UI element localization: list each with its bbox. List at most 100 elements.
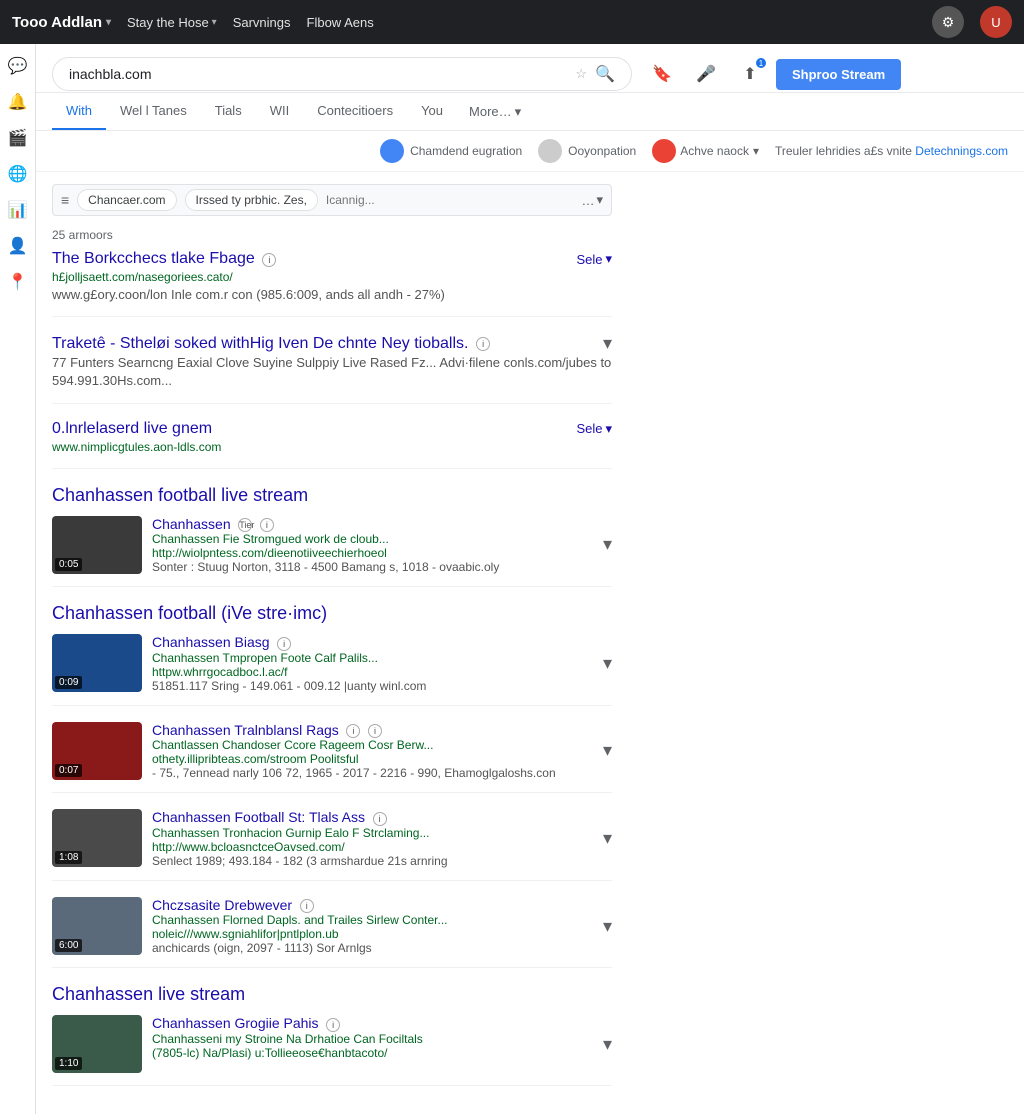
video-2-1-expand-icon[interactable]: ▾ bbox=[603, 653, 612, 674]
channel-3-caret-icon: ▾ bbox=[753, 144, 759, 158]
section-1-heading: Chanhassen football live stream bbox=[52, 485, 612, 506]
video-2-4-info-icon[interactable]: i bbox=[300, 899, 314, 913]
sidebar-icon-bell[interactable]: 🔔 bbox=[4, 88, 32, 116]
channel-1[interactable]: Chamdend eugration bbox=[380, 139, 522, 163]
channel-bar: Chamdend eugration Ooyonpation Achve nao… bbox=[36, 131, 1024, 172]
video-2-3-info-icon[interactable]: i bbox=[373, 812, 387, 826]
sidebar-icon-chart[interactable]: 📊 bbox=[4, 196, 32, 224]
video-result-3-1: 1:10 Chanhassen Grogiie Pahis i Chanhass… bbox=[52, 1015, 612, 1086]
tab-wii[interactable]: WII bbox=[256, 93, 304, 130]
result-2-title-row: Traketê - Stheløi soked withHig Iven De … bbox=[52, 333, 612, 354]
filter-tag-1[interactable]: Chancaer.com bbox=[77, 189, 176, 211]
settings-icon[interactable]: ⚙ bbox=[932, 6, 964, 38]
search-icon[interactable]: 🔍 bbox=[595, 64, 615, 84]
tab-contecitioers[interactable]: Contecitioers bbox=[303, 93, 407, 130]
sidebar-icon-user[interactable]: 👤 bbox=[4, 232, 32, 260]
video-1-1-thumb: 0:05 bbox=[52, 516, 142, 574]
video-1-1-title[interactable]: Chanhassen bbox=[152, 516, 231, 532]
result-item-1: The Borkcchecs tlake Fbage i Sele ▾ h£jo… bbox=[52, 250, 612, 317]
bookmark-button[interactable]: 🔖 bbox=[644, 56, 680, 92]
video-2-4-meta: Chczsasite Drebwever i Chanhassen Florne… bbox=[152, 897, 593, 956]
result-2-link[interactable]: Traketê - Stheløi soked withHig Iven De … bbox=[52, 335, 468, 352]
result-1-url: h£jolljsaett.com/nasegoriees.cato/ bbox=[52, 270, 612, 284]
nav-link-1[interactable]: Stay the Hose ▾ bbox=[127, 15, 217, 30]
video-3-1-expand-icon[interactable]: ▾ bbox=[603, 1034, 612, 1055]
result-3-link[interactable]: 0.lnrlelaserd live gnem bbox=[52, 420, 212, 437]
search-area: ☆ 🔍 🔖 🎤 ⬆ 1 Shproo Stream bbox=[36, 44, 1024, 93]
stream-button[interactable]: Shproo Stream bbox=[776, 59, 901, 90]
result-2-snippet: 77 Funters Searncng Eaxial Clove Suyine … bbox=[52, 354, 612, 390]
result-2-info-icon[interactable]: i bbox=[476, 337, 490, 351]
filter-more-label: … bbox=[581, 193, 594, 208]
result-1-link[interactable]: The Borkcchecs tlake Fbage bbox=[52, 250, 255, 267]
tab-more[interactable]: More… ▾ bbox=[457, 94, 533, 130]
video-2-3-duration: 1:08 bbox=[55, 851, 82, 864]
sidebar-icon-chat[interactable]: 💬 bbox=[4, 52, 32, 80]
search-input[interactable] bbox=[69, 66, 567, 82]
video-3-1-meta: Chanhassen Grogiie Pahis i Chanhasseni m… bbox=[152, 1015, 593, 1060]
result-1-action[interactable]: Sele ▾ bbox=[576, 251, 612, 267]
nav-link-2[interactable]: Sarvnings bbox=[233, 15, 291, 30]
channel-3-label: Achve naock bbox=[680, 144, 749, 158]
video-2-4-expand-icon[interactable]: ▾ bbox=[603, 916, 612, 937]
result-1-info-icon[interactable]: i bbox=[262, 253, 276, 267]
result-3-action-caret: ▾ bbox=[605, 421, 612, 437]
video-2-1-duration: 0:09 bbox=[55, 676, 82, 689]
video-3-1-title[interactable]: Chanhassen Grogiie Pahis bbox=[152, 1015, 319, 1031]
user-avatar[interactable]: U bbox=[980, 6, 1012, 38]
mic-button[interactable]: 🎤 bbox=[688, 56, 724, 92]
bookmark-icon[interactable]: ☆ bbox=[575, 66, 587, 82]
nav-link-1-label: Stay the Hose bbox=[127, 15, 209, 30]
result-2-title: Traketê - Stheløi soked withHig Iven De … bbox=[52, 335, 490, 353]
video-result-2-3: 1:08 Chanhassen Football St: Tlals Ass i… bbox=[52, 809, 612, 881]
tab-well-tanes[interactable]: Wel l Tanes bbox=[106, 93, 201, 130]
content-body: ≡ Chancaer.com Irssed ty prbhic. Zes, … … bbox=[36, 172, 1024, 1114]
tab-tials[interactable]: Tials bbox=[201, 93, 256, 130]
video-1-1-info-icon[interactable]: i bbox=[260, 518, 274, 532]
video-2-2-title[interactable]: Chanhassen Tralnblansl Rags bbox=[152, 722, 339, 738]
sidebar-icon-location[interactable]: 📍 bbox=[4, 268, 32, 296]
video-3-1-info-icon[interactable]: i bbox=[326, 1018, 340, 1032]
video-2-1-title[interactable]: Chanhassen Biasg bbox=[152, 634, 270, 650]
result-1-snippet: www.g£ory.coon/lon Inle com.r con (985.6… bbox=[52, 286, 612, 304]
video-2-4-title[interactable]: Chczsasite Drebwever bbox=[152, 897, 292, 913]
video-2-2-expand-icon[interactable]: ▾ bbox=[603, 740, 612, 761]
channel-2[interactable]: Ooyonpation bbox=[538, 139, 636, 163]
nav-link-3[interactable]: Flbow Aens bbox=[307, 15, 374, 30]
translate-hint-text: Treuler lehridies a£s vnite bbox=[775, 144, 912, 158]
video-2-3-title[interactable]: Chanhassen Football St: Tlals Ass bbox=[152, 809, 365, 825]
video-2-2-info-icon-2[interactable]: i bbox=[368, 724, 382, 738]
video-2-2-info-icon[interactable]: i bbox=[346, 724, 360, 738]
tabs-row: With Wel l Tanes Tials WII Contecitioers… bbox=[36, 93, 1024, 131]
video-1-1-expand-icon[interactable]: ▾ bbox=[603, 534, 612, 555]
tab-you[interactable]: You bbox=[407, 93, 457, 130]
sidebar-icon-globe[interactable]: 🌐 bbox=[4, 160, 32, 188]
tab-with[interactable]: With bbox=[52, 93, 106, 130]
channel-3[interactable]: Achve naock ▾ bbox=[652, 139, 759, 163]
result-2-expand-icon[interactable]: ▾ bbox=[603, 333, 612, 354]
brand-logo[interactable]: Tooo Addlan ▾ bbox=[12, 14, 111, 31]
result-1-action-label: Sele bbox=[576, 252, 602, 267]
video-2-1-info-icon[interactable]: i bbox=[277, 637, 291, 651]
result-3-action-label: Sele bbox=[576, 421, 602, 436]
channel-3-avatar bbox=[652, 139, 676, 163]
sidebar-icon-video[interactable]: 🎬 bbox=[4, 124, 32, 152]
search-bar: ☆ 🔍 bbox=[52, 57, 632, 91]
video-1-1-badge: Tier bbox=[238, 518, 252, 532]
filter-input[interactable] bbox=[326, 193, 574, 207]
video-result-2-4: 6:00 Chczsasite Drebwever i Chanhassen F… bbox=[52, 897, 612, 969]
result-3-url: www.nimplicgtules.aon-ldls.com bbox=[52, 440, 612, 454]
video-2-4-channel: Chanhassen Florned Dapls. and Trailes Si… bbox=[152, 913, 593, 927]
translate-link[interactable]: Detechnings.com bbox=[915, 144, 1008, 158]
filter-more-caret-icon: ▾ bbox=[596, 192, 603, 208]
video-1-1-url: http://wiolpntess.com/dieenotiiveechierh… bbox=[152, 546, 593, 560]
filter-more-button[interactable]: … ▾ bbox=[581, 192, 603, 208]
filter-tag-2[interactable]: Irssed ty prbhic. Zes, bbox=[185, 189, 318, 211]
video-2-3-expand-icon[interactable]: ▾ bbox=[603, 828, 612, 849]
nav-link-1-caret: ▾ bbox=[212, 17, 217, 28]
video-2-1-info: 51851.117 Sring - 149.061 - 009.12 |uant… bbox=[152, 679, 593, 693]
result-3-action[interactable]: Sele ▾ bbox=[576, 421, 612, 437]
video-3-1-channel: Chanhasseni my Stroine Na Drhatioe Can F… bbox=[152, 1032, 593, 1046]
result-1-title: The Borkcchecs tlake Fbage i bbox=[52, 250, 276, 268]
result-3-title: 0.lnrlelaserd live gnem bbox=[52, 420, 212, 438]
